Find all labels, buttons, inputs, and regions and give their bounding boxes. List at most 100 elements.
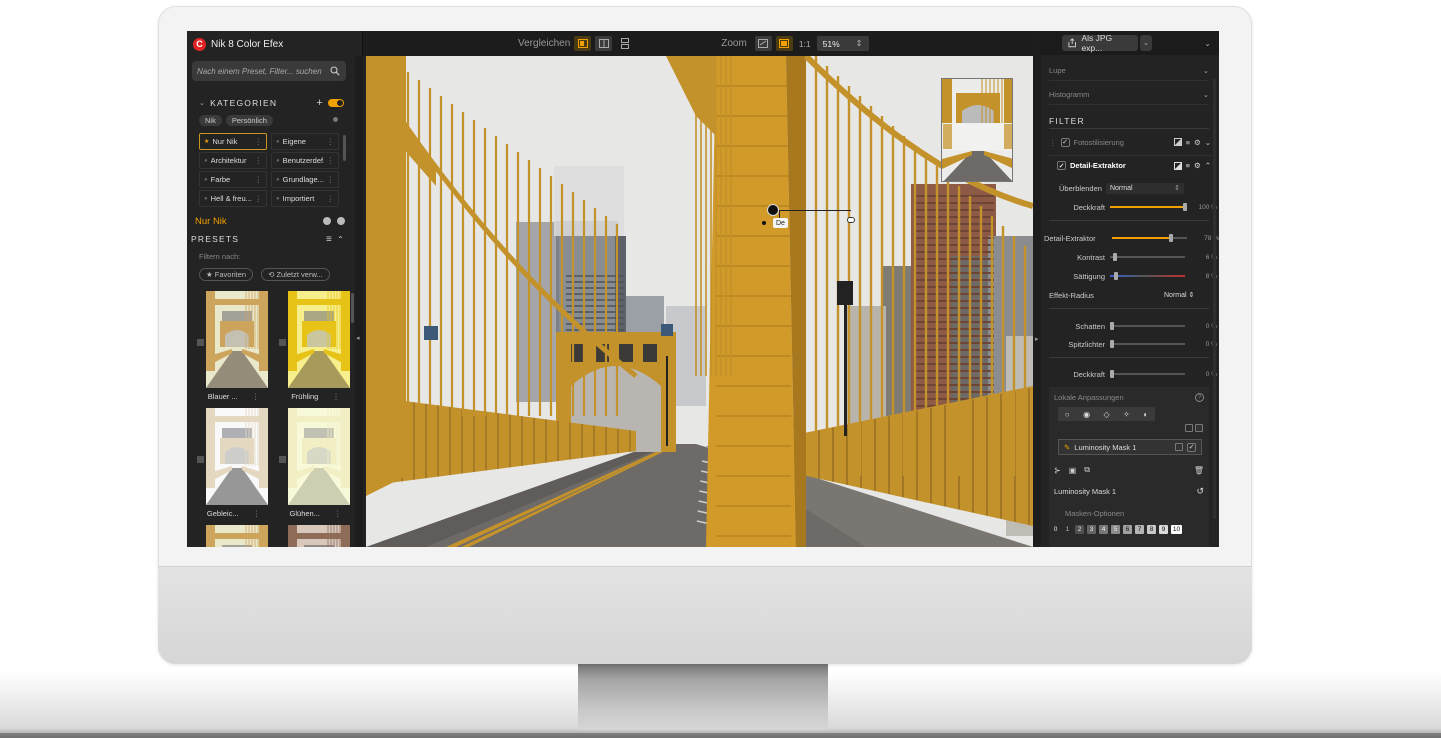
add-category-icon[interactable]: +: [316, 97, 324, 109]
effect-radius-row[interactable]: Effekt-Radius Normal ⇕: [1041, 288, 1219, 302]
mask-enable-checkbox[interactable]: ✓: [1187, 442, 1196, 452]
categories-header[interactable]: ⌄ KATEGORIEN +: [199, 97, 344, 109]
circle-tool-icon[interactable]: ○: [1065, 410, 1070, 419]
category-scrollbar[interactable]: [343, 135, 346, 161]
param-slider[interactable]: [1112, 234, 1187, 242]
export-dropdown[interactable]: ⌄: [1140, 35, 1152, 51]
lupe-section[interactable]: Lupe ⌄: [1049, 61, 1209, 81]
filter-row-fotostilisierung[interactable]: ⋮ ✓ Fotostilisierung ≡ ⚙ ⌄: [1049, 133, 1211, 151]
export-button[interactable]: Als JPG exp...: [1062, 33, 1138, 53]
preset-card[interactable]: [279, 525, 352, 547]
mask-level-5[interactable]: 5: [1111, 525, 1120, 534]
filter-settings-icon[interactable]: ⚙: [1194, 161, 1201, 170]
filter-menu-icon[interactable]: ≡: [1186, 138, 1190, 147]
remove-preset-icon[interactable]: [337, 217, 345, 225]
chevron-up-icon[interactable]: ⌃: [1205, 161, 1211, 170]
blend-mode-select[interactable]: Normal ⇕: [1105, 182, 1184, 194]
mask-level-10[interactable]: 10: [1171, 525, 1182, 534]
mask-invert-icon[interactable]: [1175, 443, 1183, 451]
chevron-down-icon[interactable]: ⌄: [1203, 66, 1209, 75]
control-point-handle[interactable]: [847, 217, 855, 223]
filter-enable-checkbox[interactable]: ✓: [1060, 137, 1070, 147]
slider-knob[interactable]: [1168, 234, 1173, 242]
mask-adjust-icon[interactable]: ⊱: [1054, 466, 1061, 475]
pin-icon[interactable]: [333, 117, 338, 122]
preset-thumbnail[interactable]: [206, 525, 268, 547]
category-item-grundlage[interactable]: ● Grundlage... ⋮: [271, 171, 339, 188]
mask-level-8[interactable]: 8: [1147, 525, 1156, 534]
luminosity-tool-icon[interactable]: ◐: [1143, 410, 1148, 419]
category-item-hell-freundlich[interactable]: ● Hell & freu... ⋮: [199, 190, 267, 207]
presets-scrollbar[interactable]: [351, 293, 354, 323]
navigator-frame[interactable]: [942, 123, 1012, 151]
more-icon[interactable]: ⋮: [253, 509, 261, 518]
param-row[interactable]: Kontrast 6 %: [1041, 250, 1219, 264]
mask-level-9[interactable]: 9: [1159, 525, 1168, 534]
list-menu-icon[interactable]: ≡: [326, 234, 333, 245]
help-icon[interactable]: ?: [1195, 393, 1204, 402]
image-canvas[interactable]: [366, 56, 1033, 547]
add-preset-icon[interactable]: [323, 217, 331, 225]
mask-visible-icon[interactable]: [1195, 424, 1203, 432]
left-panel-handle[interactable]: ◂: [355, 56, 363, 547]
more-icon[interactable]: ⋮: [327, 175, 335, 184]
preset-card[interactable]: Glühen... ⋮: [279, 408, 352, 522]
fit-screen-icon[interactable]: [754, 36, 772, 51]
mask-level-7[interactable]: 7: [1135, 525, 1144, 534]
slider-knob[interactable]: [1114, 272, 1118, 280]
preset-thumbnail[interactable]: [206, 408, 268, 505]
param-row[interactable]: Spitzlichter 0 %: [1041, 337, 1219, 351]
duplicate-icon[interactable]: ⧉: [1084, 465, 1090, 475]
mask-level-2[interactable]: 2: [1075, 525, 1084, 534]
more-icon[interactable]: ⋮: [255, 137, 263, 146]
category-item-importiert[interactable]: ● Importiert ⋮: [271, 190, 339, 207]
navigator-preview[interactable]: [941, 78, 1013, 182]
slider-knob[interactable]: [1110, 322, 1114, 330]
slider-knob[interactable]: [1110, 370, 1114, 378]
effect-radius-select[interactable]: Normal ⇕: [1164, 291, 1194, 299]
mask-level-4[interactable]: 4: [1099, 525, 1108, 534]
more-icon[interactable]: ⋮: [327, 137, 335, 146]
filter-settings-icon[interactable]: ⚙: [1194, 138, 1201, 147]
param-row[interactable]: Sättigung 8 %: [1041, 269, 1219, 283]
param-slider[interactable]: [1110, 370, 1185, 378]
lasso-tool-icon[interactable]: ◇: [1104, 410, 1110, 419]
right-scrollbar[interactable]: [1213, 79, 1216, 519]
filter-menu-icon[interactable]: ≡: [1186, 161, 1190, 170]
invert-mask-icon[interactable]: [1185, 424, 1193, 432]
zoom-1-1-button[interactable]: 1:1: [799, 39, 811, 49]
param-slider[interactable]: [1110, 340, 1185, 348]
more-icon[interactable]: ⋮: [327, 156, 335, 165]
slider-knob[interactable]: [1183, 203, 1187, 211]
mask-level-3[interactable]: 3: [1087, 525, 1096, 534]
right-panel-handle[interactable]: ▸: [1033, 31, 1041, 547]
more-icon[interactable]: ⋮: [255, 156, 263, 165]
preset-card[interactable]: Blauer ... ⋮: [197, 291, 270, 405]
preset-thumbnail[interactable]: [288, 291, 350, 388]
category-item-eigene[interactable]: ● Eigene ⋮: [271, 133, 339, 150]
mask-edit-icon[interactable]: ✎: [1064, 443, 1070, 452]
favorites-filter-button[interactable]: ★ Favoriten: [199, 268, 254, 281]
compare-stack-icon[interactable]: [616, 36, 633, 51]
filter-row-detail-extraktor[interactable]: ✓ Detail-Extraktor ≡ ⚙ ⌃: [1049, 155, 1211, 173]
more-icon[interactable]: ⋮: [252, 392, 260, 401]
more-icon[interactable]: ⋮: [334, 509, 342, 518]
more-icon[interactable]: ⋮: [327, 194, 335, 203]
chevron-down-icon[interactable]: ⌄: [1205, 138, 1211, 147]
control-point-marker[interactable]: [762, 221, 766, 225]
mask-level-0[interactable]: 0: [1051, 525, 1060, 534]
preset-card[interactable]: Gebleic... ⋮: [197, 408, 270, 522]
histogram-section[interactable]: Histogramm ⌄: [1049, 85, 1209, 105]
tab-personal[interactable]: Persönlich: [225, 115, 273, 126]
mask-image-icon[interactable]: ▣: [1069, 466, 1077, 475]
filter-enable-checkbox[interactable]: ✓: [1057, 161, 1066, 170]
mask-icon[interactable]: [1173, 161, 1182, 170]
chevron-down-icon[interactable]: ⌄: [199, 99, 206, 107]
fill-screen-icon[interactable]: [775, 36, 793, 51]
zoom-select[interactable]: 51% ⇕: [816, 36, 869, 51]
fav-marker-icon[interactable]: [197, 456, 204, 463]
category-item-farbe[interactable]: ● Farbe ⋮: [199, 171, 267, 188]
control-point-tool-icon[interactable]: ◉: [1083, 410, 1090, 419]
categories-toggle[interactable]: [328, 99, 344, 107]
search-icon[interactable]: [329, 65, 341, 77]
